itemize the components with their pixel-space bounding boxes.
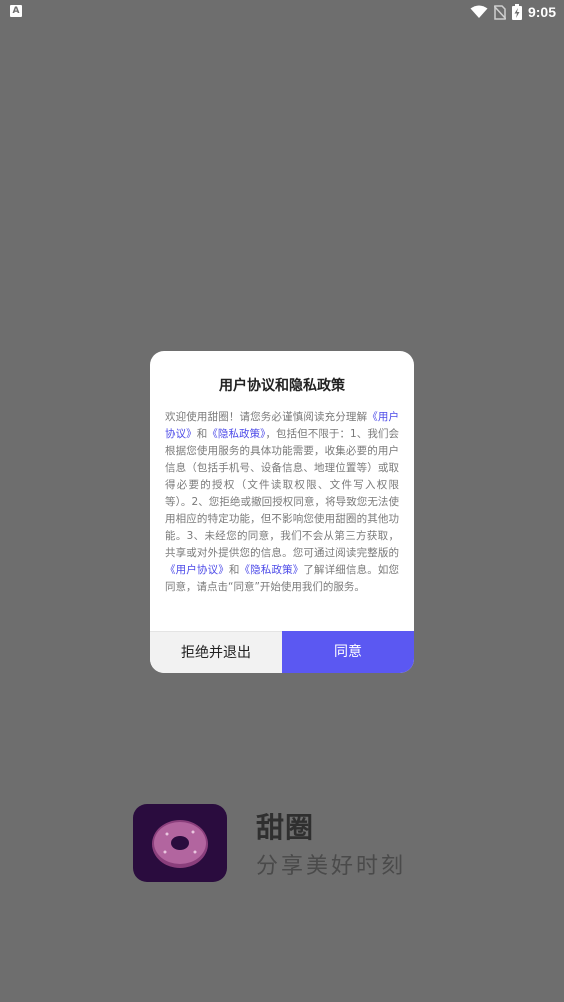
donut-icon (152, 820, 208, 868)
agree-button[interactable]: 同意 (282, 631, 414, 673)
status-icons: 9:05 (470, 3, 556, 21)
reject-exit-button[interactable]: 拒绝并退出 (150, 631, 282, 673)
dialog-title: 用户协议和隐私政策 (219, 378, 345, 394)
clock: 9:05 (527, 4, 556, 20)
dialog-actions: 拒绝并退出 同意 (150, 631, 414, 673)
no-sim-icon (493, 4, 506, 20)
dialog-body: 欢迎使用甜圈！请您务必谨慎阅读充分理解《用户协议》和《隐私政策》，包括但不限于：… (165, 409, 399, 596)
notification-icon: A (10, 5, 22, 17)
battery-charging-icon (511, 4, 522, 20)
dialog-text: 和 (228, 564, 240, 576)
dialog-text: ，包括但不限于：1、我们会根据您使用服务的具体功能需要，收集必要的用户信息（包括… (165, 428, 400, 559)
privacy-dialog: 用户协议和隐私政策 欢迎使用甜圈！请您务必谨慎阅读充分理解《用户协议》和《隐私政… (150, 351, 414, 673)
status-bar: A 9:05 (0, 0, 564, 24)
app-logo (133, 804, 227, 882)
privacy-policy-link[interactable]: 《隐私政策》 (240, 564, 304, 576)
user-agreement-link[interactable]: 《用户协议》 (165, 564, 229, 576)
app-slogan: 分享美好时刻 (256, 854, 407, 879)
dialog-text: 欢迎使用甜圈！请您务必谨慎阅读充分理解 (165, 411, 368, 423)
splash-branding: 甜圈 分享美好时刻 (133, 804, 453, 884)
wifi-icon (470, 5, 488, 18)
privacy-policy-link[interactable]: 《隐私政策》 (207, 428, 265, 440)
app-name: 甜圈 (256, 811, 315, 844)
dialog-text: 和 (196, 428, 208, 440)
